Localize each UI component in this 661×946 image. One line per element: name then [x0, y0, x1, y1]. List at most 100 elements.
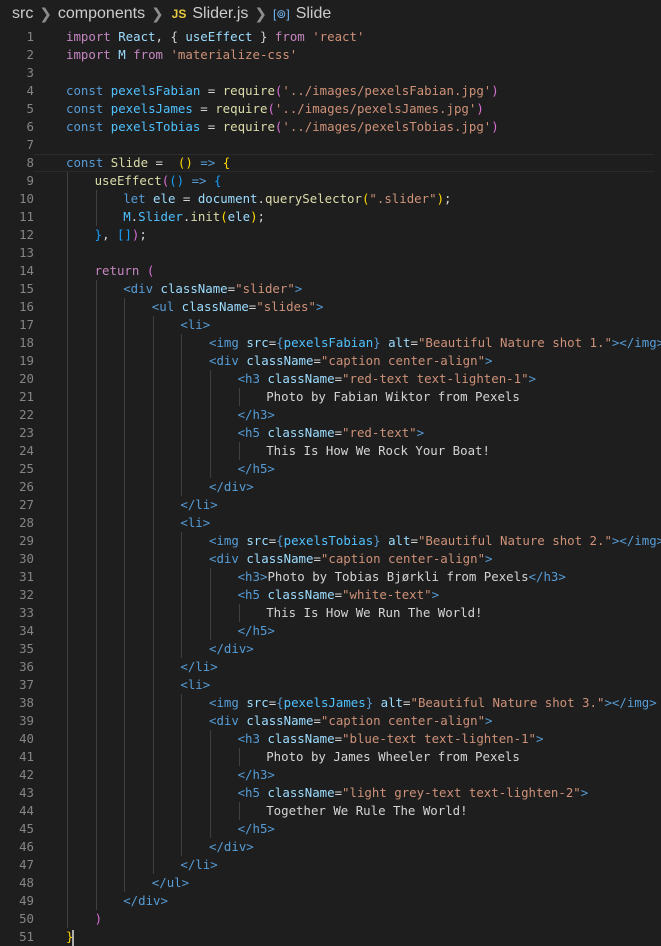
indent-guide: [67, 316, 68, 334]
indent-guide: [181, 586, 183, 604]
code-token: This Is How We Rock Your Boat!: [266, 443, 490, 458]
code-line[interactable]: 43 <h5 className="light grey-text text-li…: [0, 784, 661, 802]
code-token: "caption center-align": [320, 353, 486, 368]
indent-guide: [210, 388, 211, 406]
code-line[interactable]: 18 <img src={pexelsFabian} alt="Beautiful…: [0, 334, 661, 352]
indent-guide: [67, 280, 68, 298]
indent-guide: [67, 262, 68, 280]
code-text: <h5 className="light grey-text text-ligh…: [34, 784, 588, 802]
code-line[interactable]: 16 <ul className="slides">: [0, 298, 661, 316]
code-editor[interactable]: 1 import React, { useEffect } from 'react…: [0, 28, 661, 946]
code-line[interactable]: 34 </h5>: [0, 622, 661, 640]
code-line[interactable]: 6 const pexelsTobias = require('../images…: [0, 118, 661, 136]
code-text: let ele = document.querySelector(".slide…: [34, 190, 452, 208]
code-line[interactable]: 11 M.Slider.init(ele);: [0, 208, 661, 226]
breadcrumb: src ❯ components ❯ JS Slider.js ❯ [⊚] Sl…: [0, 0, 661, 28]
breadcrumb-item-src[interactable]: src: [12, 5, 33, 23]
code-line[interactable]: 8 const Slide = () => {: [0, 154, 661, 172]
breadcrumb-item-components[interactable]: components: [58, 5, 145, 23]
indent-guide: [238, 442, 240, 460]
code-line[interactable]: 14 return (: [0, 262, 661, 280]
code-line[interactable]: 13: [0, 244, 661, 262]
indent-guide: [124, 820, 126, 838]
indent-guide: [152, 442, 154, 460]
code-token: className: [267, 731, 335, 746]
indent-guide: [124, 298, 126, 316]
code-token: {: [276, 335, 284, 350]
code-token: src: [246, 695, 269, 710]
code-line[interactable]: 1 import React, { useEffect } from 'react…: [0, 28, 661, 46]
code-token: document: [197, 191, 258, 206]
code-text: <div className="caption center-align">: [34, 712, 493, 730]
code-text: M.Slider.init(ele);: [34, 208, 265, 226]
code-line[interactable]: 32 <h5 className="white-text">: [0, 586, 661, 604]
code-token: }: [373, 335, 381, 350]
code-token: ): [436, 191, 445, 206]
code-token: <h5: [237, 425, 268, 440]
code-line[interactable]: 39 <div className="caption center-align">: [0, 712, 661, 730]
code-line[interactable]: 44 Together We Rule The World!: [0, 802, 661, 820]
line-number: 10: [19, 191, 34, 206]
code-line[interactable]: 21 Photo by Fabian Wiktor from Pexels: [0, 388, 661, 406]
indent-guide: [152, 676, 154, 694]
line-number: 48: [19, 875, 34, 890]
line-number: 42: [19, 767, 34, 782]
breadcrumb-item-symbol[interactable]: Slide: [296, 5, 332, 23]
code-line[interactable]: 20 <h3 className="red-text text-lighten-1…: [0, 370, 661, 388]
code-line[interactable]: 12}, []);: [0, 226, 661, 244]
code-line[interactable]: 38 <img src={pexelsJames} alt="Beautiful …: [0, 694, 661, 712]
code-line[interactable]: 51}: [0, 928, 661, 946]
code-line[interactable]: 37 <li>: [0, 676, 661, 694]
code-line[interactable]: 3: [0, 64, 661, 82]
indent-guide: [95, 838, 97, 856]
code-line[interactable]: 27 </li>: [0, 496, 661, 514]
code-line[interactable]: 49 </div>: [0, 892, 661, 910]
code-line[interactable]: 41 Photo by James Wheeler from Pexels: [0, 748, 661, 766]
code-line[interactable]: 26 </div>: [0, 478, 661, 496]
code-line[interactable]: 2 import M from 'materialize-css': [0, 46, 661, 64]
code-line[interactable]: 17 <li>: [0, 316, 661, 334]
code-line[interactable]: 35 </div>: [0, 640, 661, 658]
line-number: 12: [19, 227, 34, 242]
code-line[interactable]: 36 </li>: [0, 658, 661, 676]
code-line[interactable]: 7: [0, 136, 661, 154]
code-line[interactable]: 40 <h3 className="blue-text text-lighten-…: [0, 730, 661, 748]
line-number: 2: [26, 47, 34, 62]
code-token: </ul>: [151, 875, 190, 890]
symbol-variable-icon: [⊚]: [272, 7, 290, 21]
code-line[interactable]: 15 <div className="slider">: [0, 280, 661, 298]
code-line[interactable]: 5 const pexelsJames = require('../images/…: [0, 100, 661, 118]
code-line[interactable]: 9 useEffect(() => {: [0, 172, 661, 190]
code-line[interactable]: 47 </li>: [0, 856, 661, 874]
indent-guide: [181, 820, 183, 838]
code-line[interactable]: 50): [0, 910, 661, 928]
code-line[interactable]: 48 </ul>: [0, 874, 661, 892]
code-token: <h5: [237, 587, 268, 602]
breadcrumb-item-file[interactable]: Slider.js: [192, 5, 248, 23]
code-text: <img src={pexelsTobias} alt="Beautiful N…: [34, 532, 661, 550]
code-line[interactable]: 23 <h5 className="red-text">: [0, 424, 661, 442]
code-line[interactable]: 25 </h5>: [0, 460, 661, 478]
indent-guide: [210, 748, 211, 766]
code-token: </h5>: [237, 821, 275, 836]
indent-guide: [152, 496, 154, 514]
code-token: const: [66, 83, 111, 98]
code-line[interactable]: 29 <img src={pexelsTobias} alt="Beautiful…: [0, 532, 661, 550]
code-line[interactable]: 31 <h3>Photo by Tobias Bjørkli from Pexel…: [0, 568, 661, 586]
code-line[interactable]: 45 </h5>: [0, 820, 661, 838]
code-text: <ul className="slides">: [34, 298, 323, 316]
code-line[interactable]: 10 let ele = document.querySelector(".sli…: [0, 190, 661, 208]
code-token: require: [222, 119, 275, 134]
code-token: =: [192, 101, 216, 116]
code-line[interactable]: 19 <div className="caption center-align">: [0, 352, 661, 370]
code-line[interactable]: 28 <li>: [0, 514, 661, 532]
code-text: return (: [34, 262, 154, 280]
code-line[interactable]: 46 </div>: [0, 838, 661, 856]
code-line[interactable]: 22 </h3>: [0, 406, 661, 424]
code-line[interactable]: 30 <div className="caption center-align">: [0, 550, 661, 568]
code-line[interactable]: 24 This Is How We Rock Your Boat!: [0, 442, 661, 460]
code-line[interactable]: 42 </h3>: [0, 766, 661, 784]
code-token: pexelsJames: [283, 695, 366, 710]
code-line[interactable]: 33 This Is How We Run The World!: [0, 604, 661, 622]
code-line[interactable]: 4 const pexelsFabian = require('../images…: [0, 82, 661, 100]
